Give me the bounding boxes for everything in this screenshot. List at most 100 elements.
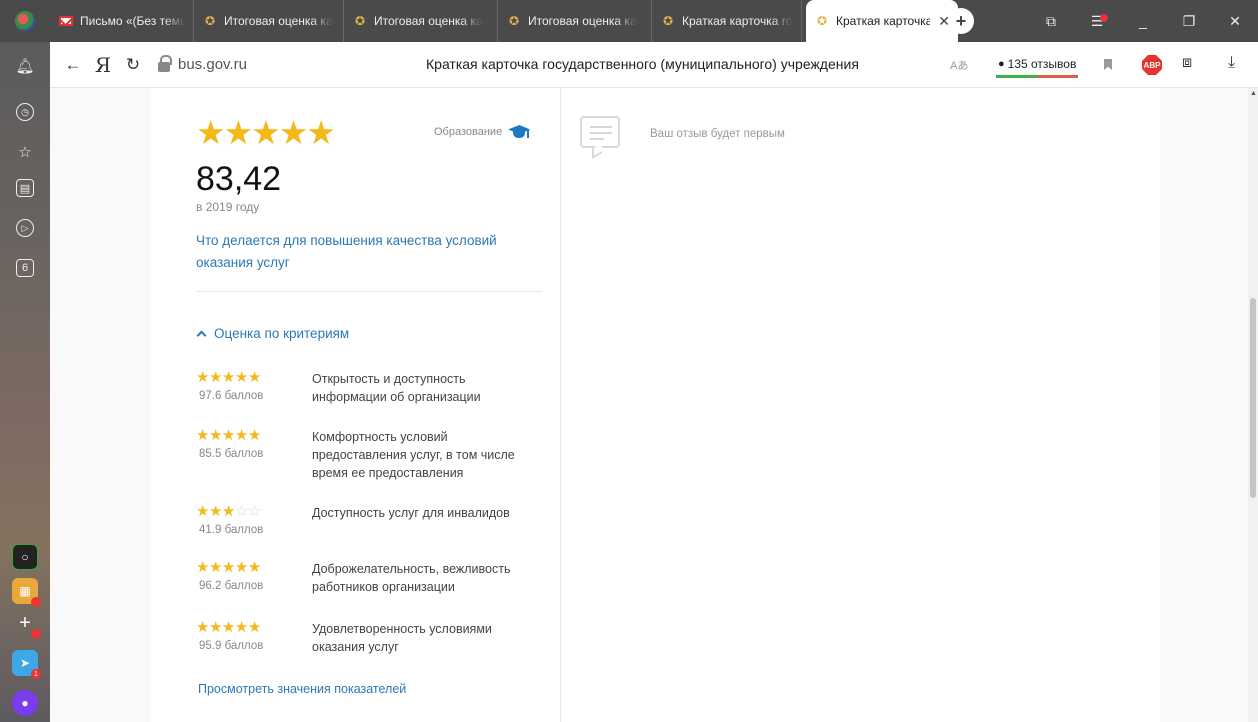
star-filled-icon: ★ xyxy=(221,619,235,636)
reload-icon[interactable]: ↻ xyxy=(118,50,148,80)
star-filled-icon: ★ xyxy=(221,503,235,520)
category-label: Образование xyxy=(434,124,531,140)
chevron-up-icon xyxy=(196,330,207,341)
criterion-label: Доступность услуг для инвалидов xyxy=(312,506,510,520)
criteria-toggle-label: Оценка по критериям xyxy=(214,326,350,341)
criterion-label: Удовлетворенность условиями оказания усл… xyxy=(312,622,492,654)
tab-label: Итоговая оценка ка xyxy=(374,14,483,28)
star-filled-icon: ★ xyxy=(234,369,248,386)
scroll-up-arrow-icon[interactable]: ▲ xyxy=(1250,90,1257,97)
browser-tabbar: Письмо «(Без темы)» ✪ Итоговая оценка ка… xyxy=(0,0,1258,42)
history-icon[interactable]: ◷ xyxy=(13,100,37,124)
star-filled-icon: ★ xyxy=(221,369,235,386)
criterion-stars: ★★★★★ xyxy=(196,560,261,576)
tabs-overview-icon[interactable]: ⧉ xyxy=(1028,0,1074,42)
star-empty-icon: ☆ xyxy=(247,503,261,520)
criterion-label: Открытость и доступность информации об о… xyxy=(312,372,481,404)
star-filled-icon: ★ xyxy=(196,369,209,386)
tabs-count-icon[interactable]: 6 xyxy=(13,256,37,280)
page-title[interactable]: Краткая карточка государственного (муниц… xyxy=(426,56,859,72)
collections-icon[interactable]: ▤ xyxy=(13,176,37,200)
url-domain[interactable]: bus.gov.ru xyxy=(178,56,247,73)
media-play-icon[interactable]: ▷ xyxy=(13,216,37,240)
star-filled-icon: ★ xyxy=(234,427,248,444)
app-market-icon[interactable]: ▦ xyxy=(12,578,41,607)
tab-card-1[interactable]: ✪ Краткая карточка го xyxy=(652,0,802,42)
emblem-icon: ✪ xyxy=(508,14,520,28)
star-filled-icon: ★ xyxy=(196,503,209,520)
alice-assistant-icon[interactable]: ● xyxy=(12,690,38,716)
overall-score: 83,42 xyxy=(196,160,282,198)
reviews-counter[interactable]: ● 135 отзывов xyxy=(996,52,1079,78)
lock-icon xyxy=(158,54,172,72)
criterion-stars: ★★★☆☆ xyxy=(196,504,261,520)
page-scrollbar[interactable]: ▲ xyxy=(1248,88,1258,722)
star-filled-icon: ★ xyxy=(208,619,222,636)
star-filled-icon: ★ xyxy=(208,559,222,576)
comment-icon xyxy=(580,116,620,159)
notifications-bell-icon[interactable]: 🔔︎ xyxy=(13,54,37,78)
star-filled-icon: ★ xyxy=(234,559,248,576)
star-empty-icon: ☆ xyxy=(234,503,248,520)
translate-icon[interactable]: Aあ xyxy=(950,57,968,73)
criterion-points: 41.9 баллов xyxy=(199,524,264,536)
improve-quality-link[interactable]: Что делается для повышения качества усло… xyxy=(196,230,526,274)
tab-itog-3[interactable]: ✪ Итоговая оценка ка xyxy=(498,0,652,42)
star-filled-icon: ★ xyxy=(234,619,248,636)
bookmark-icon[interactable] xyxy=(1104,59,1112,70)
app-alice-station-icon[interactable]: ○ xyxy=(12,544,38,570)
page-margin-right xyxy=(1160,88,1248,722)
download-icon[interactable]: ⤓ xyxy=(1228,54,1235,72)
browser-sidebar: 🔔︎ ◷ ☆ ▤ ▷ 6 ○ ▦ + ➤ 1 ● xyxy=(0,42,50,722)
back-arrow-icon[interactable]: ← xyxy=(58,50,88,80)
tab-list: Письмо «(Без темы)» ✪ Итоговая оценка ка… xyxy=(50,0,958,42)
scrollbar-thumb[interactable] xyxy=(1250,298,1256,498)
speech-bubble-icon: ● xyxy=(998,57,1005,70)
tab-label: Краткая карточка го xyxy=(682,14,793,28)
close-window-button[interactable]: ✕ xyxy=(1212,0,1258,42)
star-filled-icon: ★ xyxy=(247,619,261,636)
page-margin-left xyxy=(50,88,150,722)
overall-stars: ★★★★★ xyxy=(196,114,336,151)
criterion-label: Доброжелательность, вежливость работнико… xyxy=(312,562,511,594)
star-filled-icon: ★ xyxy=(247,369,261,386)
graduation-cap-icon xyxy=(508,124,531,140)
yandex-home-icon[interactable]: Я xyxy=(88,50,118,80)
tab-gmail[interactable]: Письмо «(Без темы)» xyxy=(50,0,194,42)
bookmarks-star-icon[interactable]: ☆ xyxy=(13,140,37,164)
reviews-panel: Ваш отзыв будет первым xyxy=(580,88,1140,722)
app-messenger-icon[interactable]: ➤ 1 xyxy=(12,650,41,679)
criterion-points: 96.2 баллов xyxy=(199,580,264,592)
tab-itog-2[interactable]: ✪ Итоговая оценка ка xyxy=(344,0,498,42)
extension-icon[interactable]: ⧈ xyxy=(1182,54,1192,72)
rating-panel: ★★★★★ Образование 83,42 в 2019 году Что … xyxy=(196,88,544,722)
star-filled-icon: ★ xyxy=(208,427,222,444)
criterion-stars: ★★★★★ xyxy=(196,370,261,386)
page-content: ★★★★★ Образование 83,42 в 2019 году Что … xyxy=(50,88,1258,722)
tab-label: Итоговая оценка ка xyxy=(224,14,333,28)
browser-logo-icon[interactable] xyxy=(0,0,50,42)
divider xyxy=(196,291,542,292)
tab-label: Итоговая оценка ка xyxy=(528,14,637,28)
star-filled-icon: ★ xyxy=(247,559,261,576)
tab-itog-1[interactable]: ✪ Итоговая оценка ка xyxy=(194,0,344,42)
emblem-icon: ✪ xyxy=(662,14,674,28)
new-tab-button[interactable]: + xyxy=(948,8,974,34)
add-app-icon[interactable]: + xyxy=(12,610,41,639)
empty-reviews-text: Ваш отзыв будет первым xyxy=(650,128,785,140)
criterion-stars: ★★★★★ xyxy=(196,428,261,444)
restore-button[interactable]: ❐ xyxy=(1166,0,1212,42)
adblock-plus-icon[interactable]: ABP xyxy=(1142,55,1162,75)
star-filled-icon: ★ xyxy=(196,427,209,444)
criterion-label: Комфортность условий предоставления услу… xyxy=(312,430,515,480)
tab-card-active[interactable]: ✪ Краткая карточка ✕ xyxy=(806,0,958,42)
minimize-button[interactable]: _ xyxy=(1120,0,1166,42)
criteria-toggle[interactable]: Оценка по критериям xyxy=(196,326,350,341)
menu-icon[interactable]: ☰ xyxy=(1074,0,1120,42)
view-indicators-link[interactable]: Просмотреть значения показателей xyxy=(198,682,406,696)
column-divider xyxy=(560,88,561,722)
score-year: в 2019 году xyxy=(196,200,260,214)
star-filled-icon: ★ xyxy=(247,427,261,444)
star-filled-icon: ★ xyxy=(208,369,222,386)
star-filled-icon: ★ xyxy=(221,559,235,576)
